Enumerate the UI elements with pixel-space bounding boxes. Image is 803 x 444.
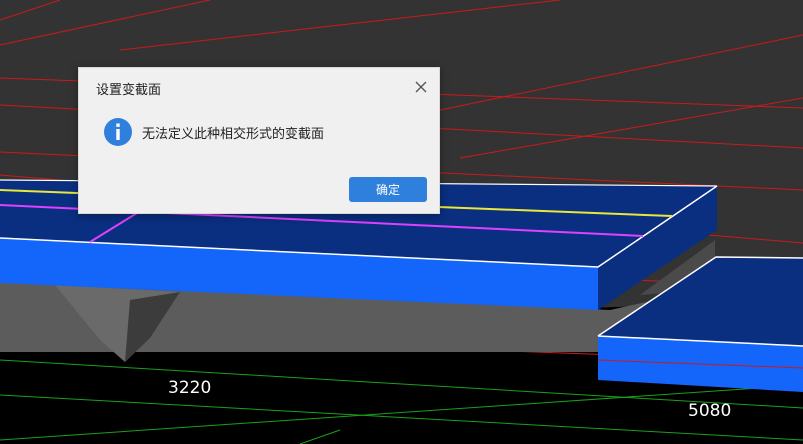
info-icon <box>104 118 132 146</box>
message-dialog: 设置变截面 无法定义此种相交形式的变截面 确定 <box>78 67 440 214</box>
dimension-label-3220: 3220 <box>168 378 212 398</box>
dimension-label-5080: 5080 <box>688 401 732 421</box>
dialog-title: 设置变截面 <box>96 83 162 98</box>
close-icon[interactable] <box>412 78 430 96</box>
dialog-message: 无法定义此种相交形式的变截面 <box>142 127 325 142</box>
ok-button[interactable]: 确定 <box>349 177 427 202</box>
